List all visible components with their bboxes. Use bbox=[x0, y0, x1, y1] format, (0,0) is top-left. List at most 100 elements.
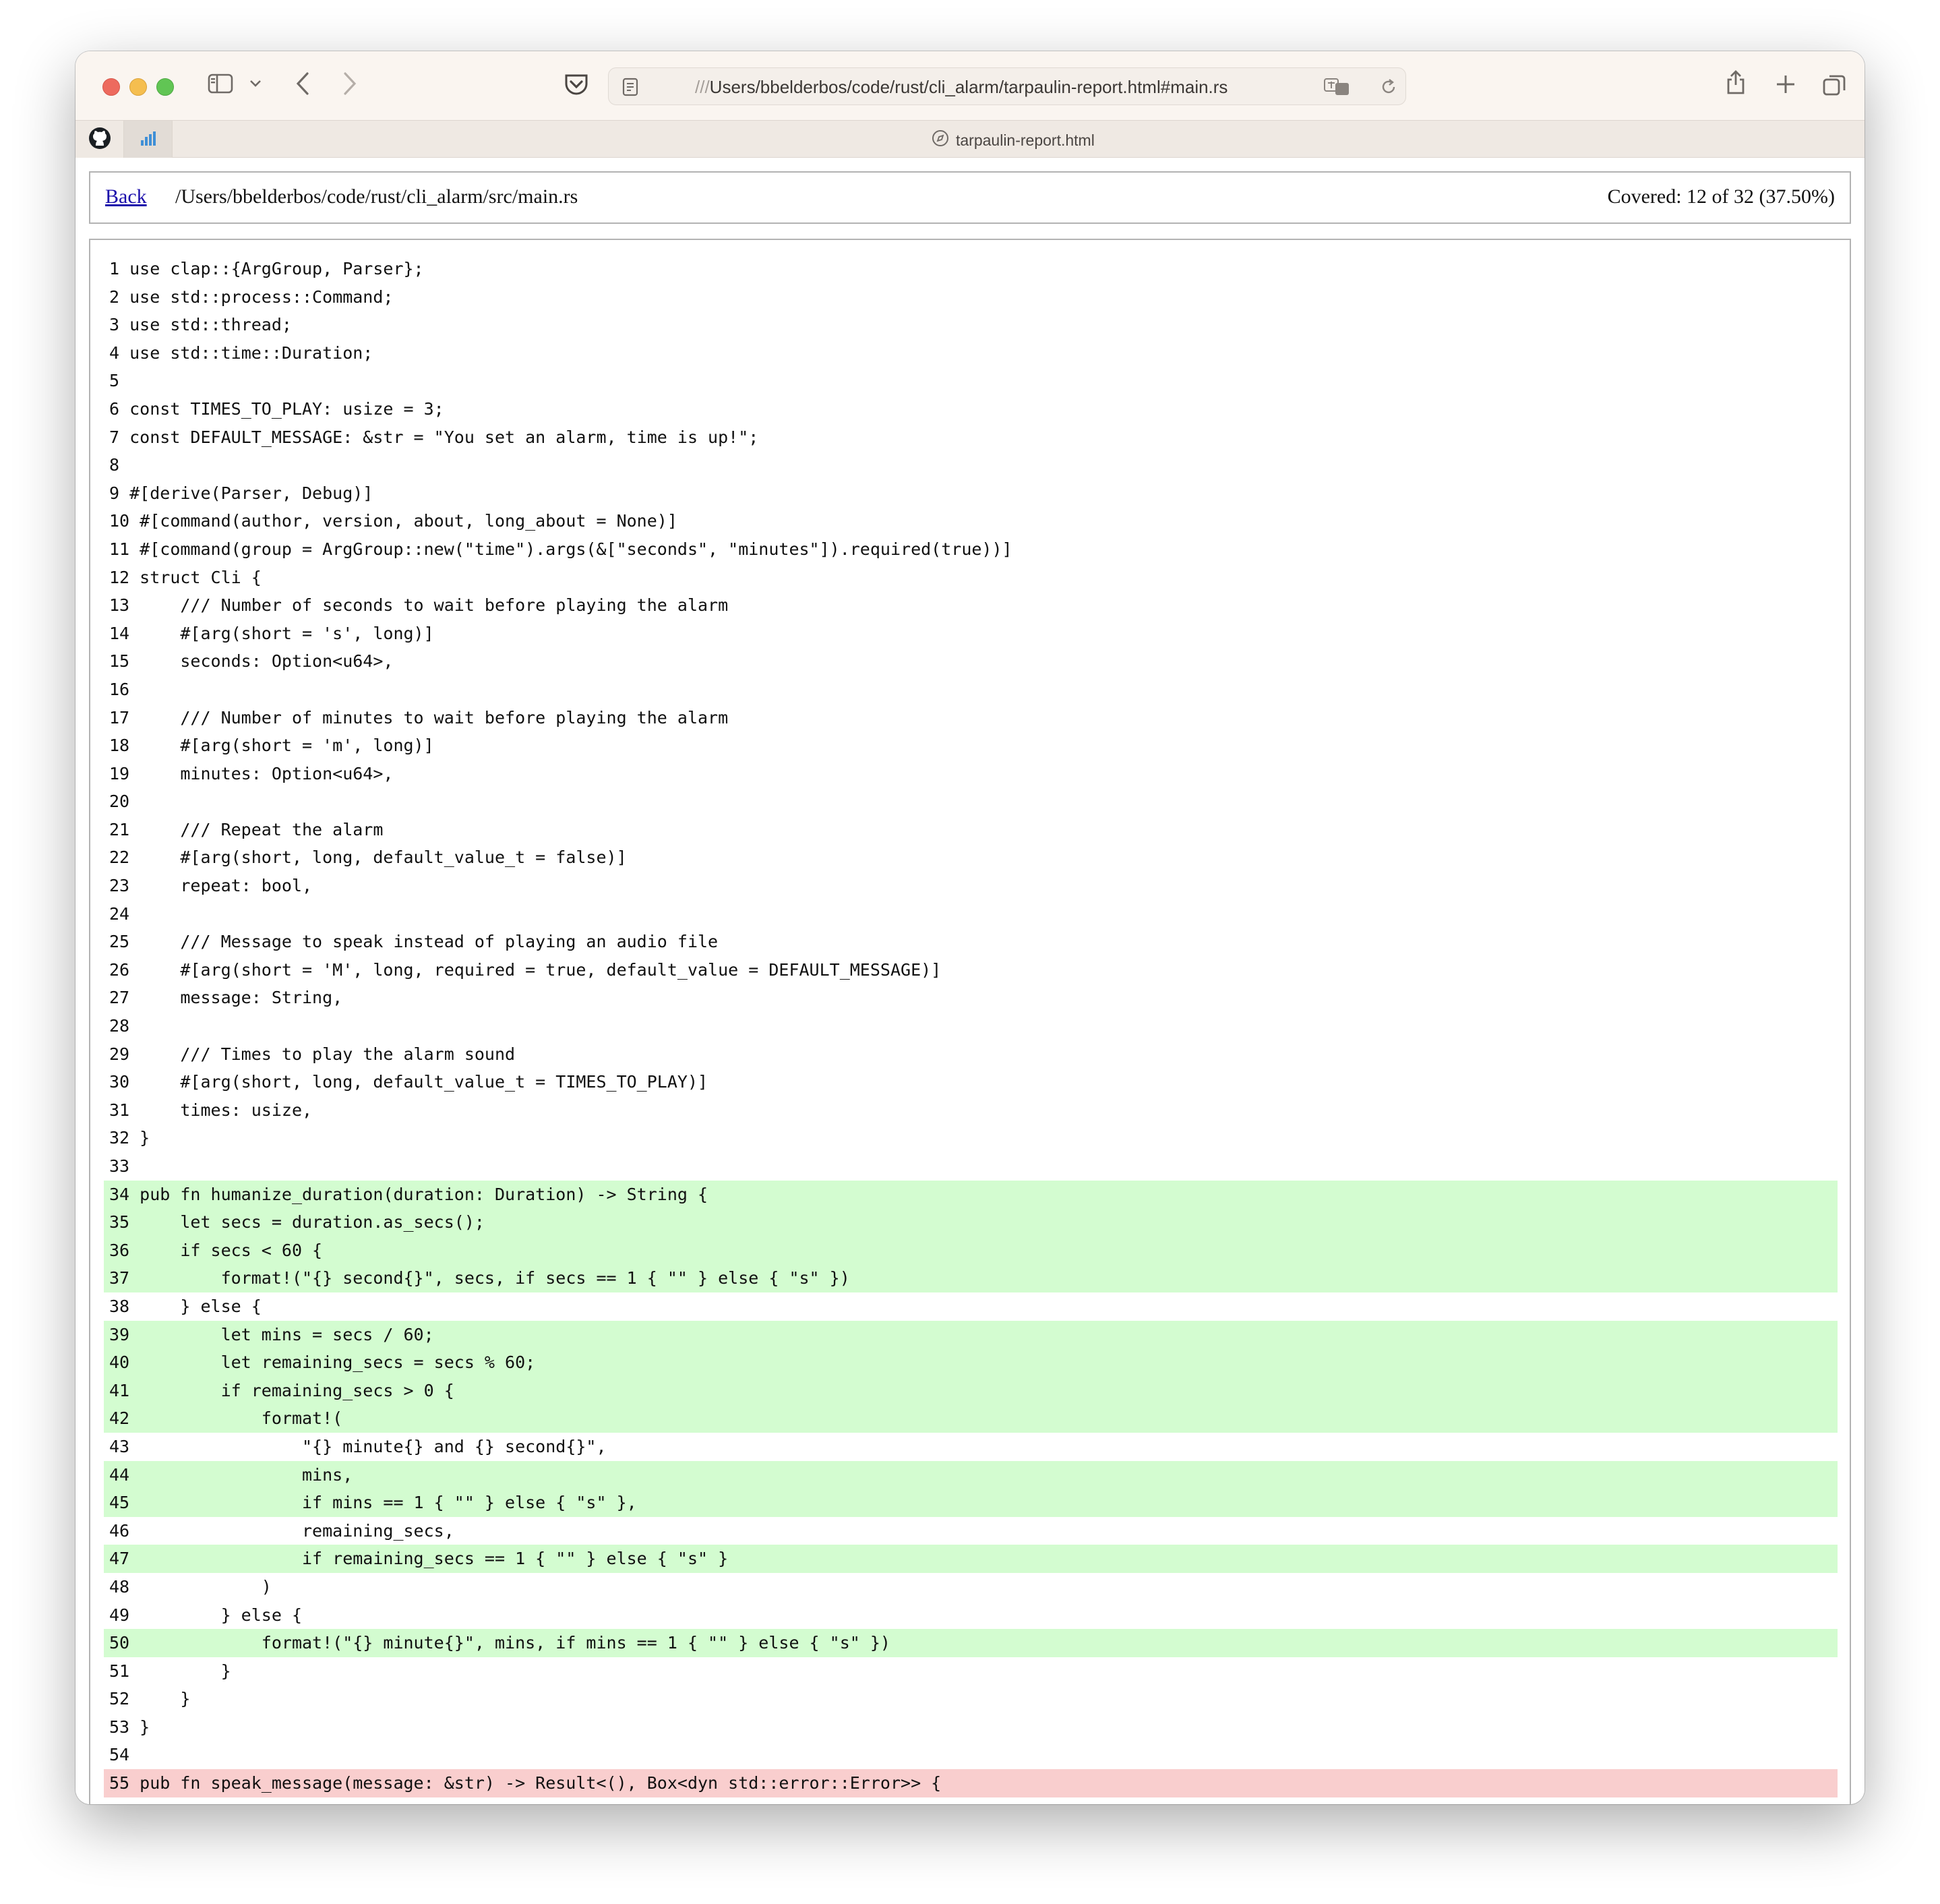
sidebar-toggle-icon[interactable] bbox=[208, 73, 233, 97]
line-number: 53 bbox=[109, 1717, 130, 1737]
line-source: use std::thread; bbox=[129, 315, 292, 335]
page-content: Back /Users/bbelderbos/code/rust/cli_ala… bbox=[75, 158, 1865, 1804]
line-source: let secs = duration.as_secs(); bbox=[140, 1212, 485, 1232]
line-source: minutes: Option<u64>, bbox=[140, 763, 394, 783]
close-window-button[interactable] bbox=[102, 78, 120, 96]
line-number: 21 bbox=[109, 819, 130, 839]
source-file-path: /Users/bbelderbos/code/rust/cli_alarm/sr… bbox=[175, 185, 578, 208]
line-source: use std::time::Duration; bbox=[129, 343, 373, 363]
covered-code-line: 45 if mins == 1 { "" } else { "s" }, bbox=[104, 1489, 1838, 1517]
line-number: 11 bbox=[109, 539, 130, 559]
line-number: 54 bbox=[109, 1745, 130, 1765]
line-source: #[arg(short = 's', long)] bbox=[140, 623, 434, 643]
line-number: 29 bbox=[109, 1044, 130, 1064]
covered-code-line: 35 let secs = duration.as_secs(); bbox=[104, 1208, 1838, 1237]
line-number: 50 bbox=[109, 1633, 130, 1653]
code-line: 5 bbox=[104, 367, 1838, 395]
line-number: 34 bbox=[109, 1184, 130, 1204]
line-source: #[arg(short, long, default_value_t = fal… bbox=[140, 847, 627, 868]
code-line: 14 #[arg(short = 's', long)] bbox=[104, 620, 1838, 648]
code-line: 24 bbox=[104, 900, 1838, 928]
code-line: 30 #[arg(short, long, default_value_t = … bbox=[104, 1068, 1838, 1096]
line-number: 52 bbox=[109, 1689, 130, 1709]
new-tab-icon[interactable] bbox=[1776, 74, 1796, 97]
reader-mode-icon[interactable] bbox=[622, 78, 638, 99]
line-number: 40 bbox=[109, 1352, 130, 1373]
line-source: message: String, bbox=[140, 988, 343, 1008]
pinned-tab-tarpaulin[interactable] bbox=[124, 121, 173, 158]
line-number: 44 bbox=[109, 1464, 130, 1485]
line-number: 55 bbox=[109, 1773, 130, 1793]
code-line: 13 /// Number of seconds to wait before … bbox=[104, 591, 1838, 620]
line-source: /// Times to play the alarm sound bbox=[140, 1044, 516, 1064]
line-source: repeat: bool, bbox=[140, 876, 313, 896]
line-source: const TIMES_TO_PLAY: usize = 3; bbox=[129, 398, 444, 419]
back-arrow-icon[interactable] bbox=[295, 71, 310, 98]
tab-overview-icon[interactable] bbox=[1823, 73, 1847, 100]
code-line: 15 seconds: Option<u64>, bbox=[104, 647, 1838, 676]
line-number: 28 bbox=[109, 1016, 130, 1036]
line-source: mins, bbox=[140, 1464, 353, 1485]
line-source: if remaining_secs > 0 { bbox=[140, 1380, 454, 1400]
line-number: 45 bbox=[109, 1493, 130, 1513]
code-line: 48 ) bbox=[104, 1573, 1838, 1601]
translate-icon[interactable] bbox=[1323, 76, 1350, 100]
chevron-down-icon[interactable] bbox=[249, 78, 262, 91]
covered-code-line: 42 format!( bbox=[104, 1404, 1838, 1433]
line-number: 22 bbox=[109, 847, 130, 868]
line-number: 30 bbox=[109, 1072, 130, 1092]
line-source: const DEFAULT_MESSAGE: &str = "You set a… bbox=[129, 427, 759, 447]
minimize-window-button[interactable] bbox=[129, 78, 147, 96]
line-number: 7 bbox=[109, 427, 120, 447]
code-line: 29 /// Times to play the alarm sound bbox=[104, 1040, 1838, 1069]
code-line: 46 remaining_secs, bbox=[104, 1517, 1838, 1545]
line-source: } else { bbox=[140, 1296, 262, 1316]
line-number: 33 bbox=[109, 1156, 130, 1176]
line-number: 26 bbox=[109, 959, 130, 980]
covered-code-line: 44 mins, bbox=[104, 1460, 1838, 1489]
line-number: 37 bbox=[109, 1268, 130, 1288]
code-line: 31 times: usize, bbox=[104, 1096, 1838, 1125]
code-line: 11 #[command(group = ArgGroup::new("time… bbox=[104, 535, 1838, 564]
line-number: 41 bbox=[109, 1380, 130, 1400]
address-bar[interactable]: ///Users/bbelderbos/code/rust/cli_alarm/… bbox=[608, 67, 1406, 105]
line-number: 6 bbox=[109, 398, 120, 419]
line-source: seconds: Option<u64>, bbox=[140, 651, 394, 672]
line-number: 49 bbox=[109, 1605, 130, 1625]
line-source: format!( bbox=[140, 1408, 343, 1429]
line-number: 4 bbox=[109, 343, 120, 363]
chart-bars-icon bbox=[140, 129, 157, 150]
line-number: 23 bbox=[109, 876, 130, 896]
code-line: 43 "{} minute{} and {} second{}", bbox=[104, 1433, 1838, 1461]
line-number: 13 bbox=[109, 595, 130, 616]
covered-code-line: 47 if remaining_secs == 1 { "" } else { … bbox=[104, 1545, 1838, 1573]
line-number: 19 bbox=[109, 763, 130, 783]
address-url: ///Users/bbelderbos/code/rust/cli_alarm/… bbox=[695, 77, 1227, 98]
code-line: 12 struct Cli { bbox=[104, 564, 1838, 592]
line-source: /// Number of minutes to wait before pla… bbox=[140, 707, 729, 727]
code-line: 7 const DEFAULT_MESSAGE: &str = "You set… bbox=[104, 423, 1838, 452]
pocket-icon[interactable] bbox=[564, 71, 589, 100]
line-source: use clap::{ArgGroup, Parser}; bbox=[129, 259, 424, 278]
line-number: 47 bbox=[109, 1549, 130, 1569]
line-number: 43 bbox=[109, 1436, 130, 1456]
code-line: 9 #[derive(Parser, Debug)] bbox=[104, 479, 1838, 508]
line-source: /// Number of seconds to wait before pla… bbox=[140, 595, 729, 616]
pinned-tab-github[interactable] bbox=[75, 121, 124, 158]
line-source: #[command(group = ArgGroup::new("time").… bbox=[140, 539, 1012, 559]
line-source: format!("{} minute{}", mins, if mins == … bbox=[140, 1633, 890, 1653]
code-line: 49 } else { bbox=[104, 1601, 1838, 1630]
active-tab-title[interactable]: tarpaulin-report.html bbox=[932, 129, 1095, 151]
code-line: 54 bbox=[104, 1741, 1838, 1769]
code-line: 17 /// Number of minutes to wait before … bbox=[104, 704, 1838, 732]
source-code-panel: 1 use clap::{ArgGroup, Parser}; 2 use std… bbox=[89, 239, 1851, 1804]
back-link[interactable]: Back bbox=[105, 185, 147, 208]
zoom-window-button[interactable] bbox=[156, 78, 174, 96]
code-line: 6 const TIMES_TO_PLAY: usize = 3; bbox=[104, 395, 1838, 423]
reload-icon[interactable] bbox=[1380, 78, 1397, 99]
line-number: 35 bbox=[109, 1212, 130, 1232]
share-icon[interactable] bbox=[1726, 69, 1746, 98]
covered-code-line: 34 pub fn humanize_duration(duration: Du… bbox=[104, 1180, 1838, 1209]
forward-arrow-icon[interactable] bbox=[342, 71, 357, 98]
line-source: } else { bbox=[140, 1605, 302, 1625]
